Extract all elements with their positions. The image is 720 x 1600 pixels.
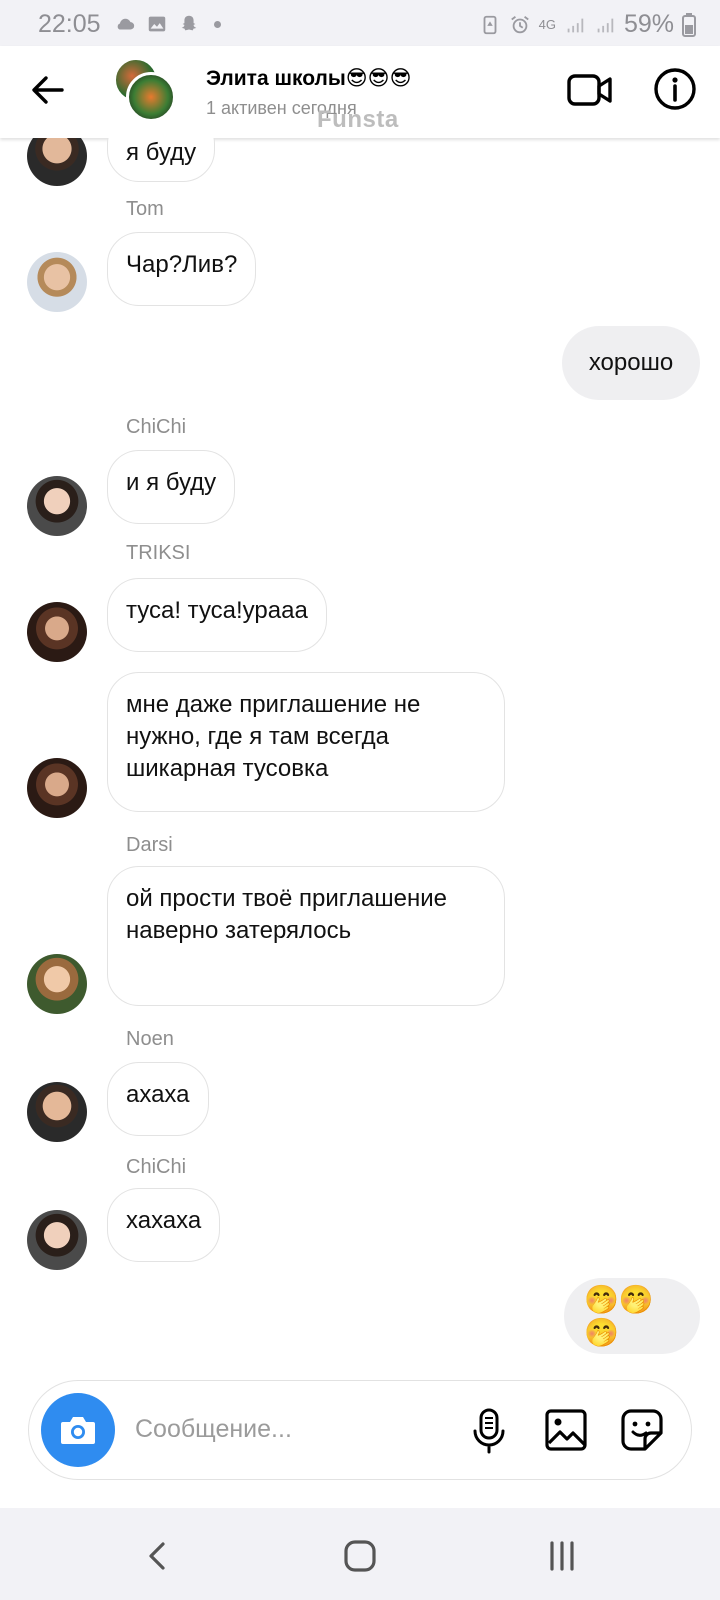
battery-icon [682,12,696,37]
outgoing-message-bubble[interactable]: 🤭🤭🤭 [564,1278,700,1354]
signal-icon-2 [597,18,614,32]
message-bubble[interactable]: я буду [107,138,216,182]
sender-name: ChiChi [126,1156,187,1178]
info-icon[interactable] [652,66,698,112]
message-bubble[interactable]: ахаха [107,1062,209,1136]
status-time: 22:05 [38,10,101,38]
chat-title[interactable]: Элита школы😎😎😎 [206,66,411,91]
camera-button[interactable] [41,1393,115,1467]
status-system-icons: 4G 59% [479,10,696,39]
back-arrow-icon[interactable] [26,68,70,112]
sender-name: Tom [126,198,164,220]
sender-avatar[interactable] [27,602,87,662]
message-bubble[interactable]: и я буду [107,450,236,524]
message-thread[interactable]: я буду Tom Чар?Лив? хорошо ChiChi и я бу… [0,138,720,1368]
sender-name: Noen [126,1028,174,1050]
message-bubble[interactable]: ой прости твоё приглашение наверно затер… [107,866,505,1006]
sender-avatar[interactable] [27,252,87,312]
battery-saver-icon [483,15,497,34]
sender-name: TRIKSI [126,542,191,564]
nav-recent-apps-icon[interactable] [542,1536,582,1576]
signal-icon [567,18,584,32]
message-input[interactable] [135,1409,435,1449]
app-watermark: Funsta [317,106,399,133]
sender-avatar[interactable] [27,476,87,536]
message-composer [28,1380,692,1480]
microphone-icon[interactable] [467,1407,511,1455]
nav-back-icon[interactable] [138,1536,178,1576]
sender-avatar[interactable] [27,954,87,1014]
sender-avatar[interactable] [27,1210,87,1270]
cloud-icon [117,18,135,30]
group-avatar-photo-2 [126,72,176,122]
message-bubble[interactable]: хахаха [107,1188,221,1262]
status-notification-icons [114,13,221,35]
message-bubble[interactable]: мне даже приглашение не нужно, где я там… [107,672,505,812]
camera-icon [61,1417,95,1444]
video-call-icon[interactable] [566,68,614,112]
message-bubble[interactable]: туса! туса!урааа [107,578,327,652]
alarm-icon [510,15,529,33]
sender-avatar[interactable] [27,138,87,186]
snapchat-icon [181,15,197,31]
outgoing-message-bubble[interactable]: хорошо [562,326,700,400]
sticker-icon[interactable] [619,1407,665,1453]
more-notifications-dot [214,20,221,28]
message-bubble[interactable]: Чар?Лив? [107,232,257,306]
image-icon[interactable] [543,1407,589,1453]
network-type: 4G [538,16,556,32]
status-bar: 22:05 4G 59% [0,0,720,46]
sender-avatar[interactable] [27,758,87,818]
sender-name: ChiChi [126,416,187,438]
group-avatar[interactable] [114,58,178,122]
sender-name: Darsi [126,834,173,856]
gallery-notification-icon [148,16,166,32]
sender-avatar[interactable] [27,1082,87,1142]
chat-header: Элита школы😎😎😎 1 активен сегодня Funsta [0,46,720,138]
battery-percent: 59% [623,10,674,38]
nav-home-icon[interactable] [340,1536,380,1576]
system-navigation-bar [0,1508,720,1600]
